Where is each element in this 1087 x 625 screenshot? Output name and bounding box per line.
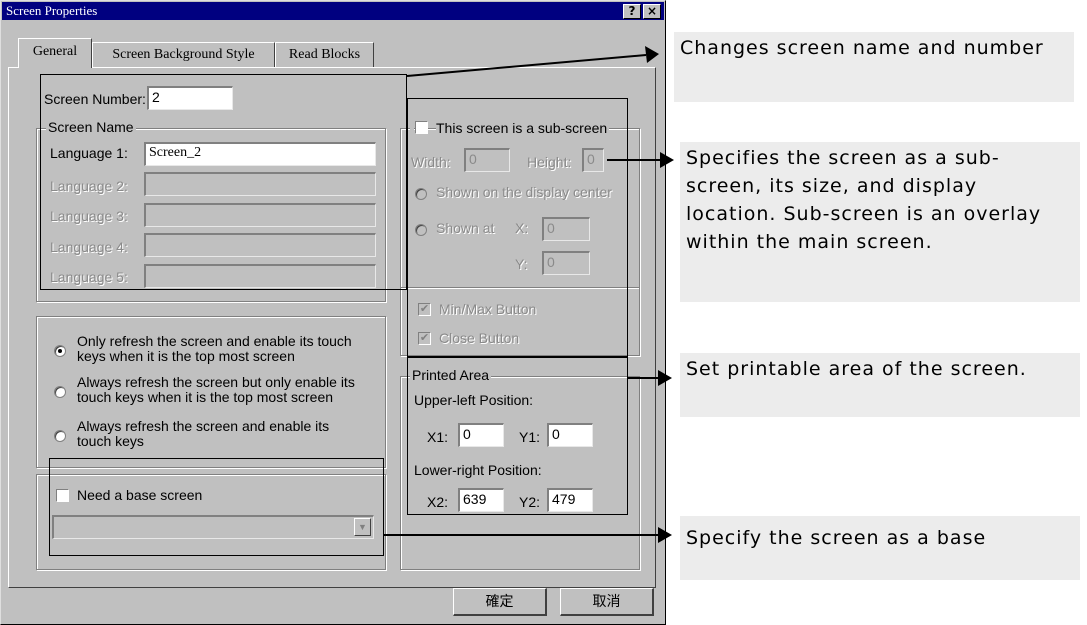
- refresh-option-3-line2: touch keys: [77, 433, 144, 449]
- refresh-option-3-line1: Always refresh the screen and enable its: [77, 418, 330, 434]
- tab-general[interactable]: General: [18, 38, 92, 68]
- refresh-option-3-radio[interactable]: [54, 430, 66, 442]
- help-button[interactable]: ?: [623, 4, 641, 19]
- refresh-option-1-line1: Only refresh the screen and enable its t…: [77, 333, 352, 349]
- base-screen-callout-box: [49, 458, 384, 556]
- subscreen-callout-box: [407, 98, 628, 357]
- tab-screen-background-style[interactable]: Screen Background Style: [92, 42, 275, 67]
- annotation-name-number: Changes screen name and number: [674, 32, 1074, 102]
- name-number-callout-box: [40, 74, 407, 290]
- refresh-option-2-line1: Always refresh the screen but only enabl…: [77, 374, 355, 390]
- radio-selected-dot: [58, 349, 62, 353]
- printed-area-callout-box: [407, 357, 628, 515]
- refresh-option-1-radio[interactable]: [54, 345, 66, 357]
- refresh-option-1-line2: keys when it is the top most screen: [77, 348, 295, 364]
- cancel-button[interactable]: 取消: [560, 588, 654, 616]
- tab-read-blocks[interactable]: Read Blocks: [275, 42, 374, 67]
- ok-button[interactable]: 確定: [453, 588, 547, 616]
- annotation-printable-area: Set printable area of the screen.: [680, 353, 1080, 417]
- refresh-option-2-line2: touch keys when it is the top most scree…: [77, 389, 334, 405]
- annotation-base-screen: Specify the screen as a base: [680, 516, 1080, 580]
- title-bar: Screen Properties ? ×: [2, 2, 664, 20]
- close-button[interactable]: ×: [643, 4, 661, 19]
- window-title: Screen Properties: [6, 3, 98, 18]
- refresh-option-2-radio[interactable]: [54, 386, 66, 398]
- annotation-subscreen: Specifies the screen as a sub-screen, it…: [680, 142, 1080, 302]
